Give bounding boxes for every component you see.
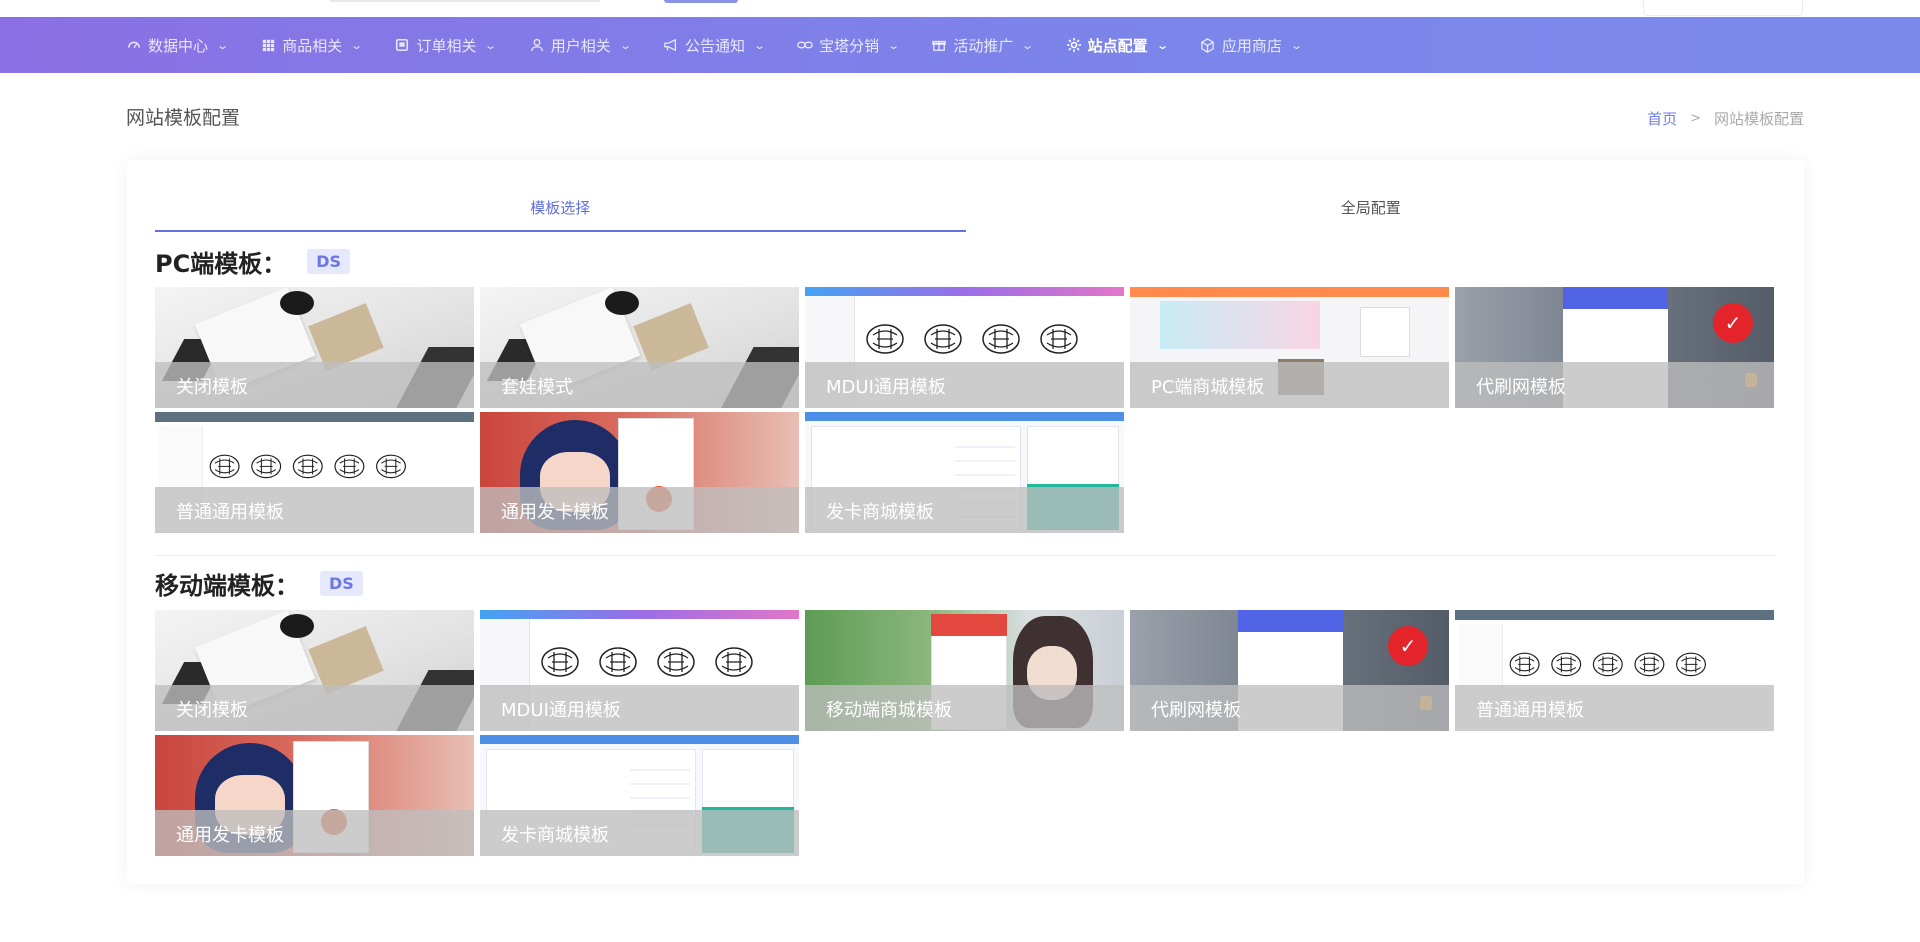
nav-item-8[interactable]: 应用商店 ⌄ bbox=[1200, 35, 1303, 56]
nav-item-label: 数据中心 bbox=[148, 36, 209, 55]
nav-item-7[interactable]: 站点配置 ⌄ bbox=[1066, 35, 1169, 56]
nav-item-3[interactable]: 用户相关 ⌄ bbox=[529, 35, 632, 56]
nav-item-6[interactable]: 活动推广 ⌄ bbox=[931, 35, 1035, 56]
nav-item-label: 公告通知 bbox=[684, 36, 745, 55]
template-caption: 通用发卡模板 bbox=[480, 487, 799, 533]
top-user-box-edge bbox=[1643, 0, 1803, 16]
chevron-down-icon: ⌄ bbox=[216, 38, 230, 52]
cube-icon bbox=[1200, 37, 1216, 53]
pc-template-grid: 关闭模板 套娃模式 MDUI通用模板 PC端商城模板 ✓ 代刷网模板普通通用模板 通用发卡模… bbox=[155, 287, 1776, 533]
tab-global-config[interactable]: 全局配置 bbox=[966, 190, 1777, 232]
nav-item-0[interactable]: 数据中心 ⌄ bbox=[126, 35, 230, 56]
breadcrumb-separator: > bbox=[1690, 111, 1701, 126]
template-caption: 关闭模板 bbox=[155, 685, 474, 731]
template-caption: 发卡商城模板 bbox=[480, 810, 799, 856]
mobile-template-card-4[interactable]: 普通通用模板 bbox=[1455, 610, 1774, 731]
order-icon bbox=[394, 37, 410, 53]
template-caption: MDUI通用模板 bbox=[805, 362, 1124, 408]
mobile-template-card-6[interactable]: 发卡商城模板 bbox=[480, 735, 799, 856]
chevron-down-icon: ⌄ bbox=[1290, 38, 1303, 52]
megaphone-icon bbox=[663, 37, 679, 53]
user-icon bbox=[529, 37, 545, 53]
nav-item-2[interactable]: 订单相关 ⌄ bbox=[394, 35, 498, 56]
link-icon bbox=[797, 37, 813, 53]
pc-template-card-4[interactable]: ✓ 代刷网模板 bbox=[1455, 287, 1774, 408]
breadcrumb-current: 网站模板配置 bbox=[1713, 110, 1804, 128]
nav-item-1[interactable]: 商品相关 ⌄ bbox=[260, 35, 364, 56]
gear-icon bbox=[1066, 37, 1082, 53]
mobile-section-title: 移动端模板： DS bbox=[155, 566, 363, 601]
template-caption: 普通通用模板 bbox=[1455, 685, 1774, 731]
template-caption: 代刷网模板 bbox=[1130, 685, 1449, 731]
chevron-down-icon: ⌄ bbox=[1021, 38, 1035, 52]
chevron-down-icon: ⌄ bbox=[887, 38, 901, 52]
mobile-template-card-1[interactable]: MDUI通用模板 bbox=[480, 610, 799, 731]
breadcrumb: 首页 > 网站模板配置 bbox=[1647, 108, 1804, 129]
chevron-down-icon: ⌄ bbox=[1155, 38, 1169, 52]
nav-item-label: 活动推广 bbox=[953, 36, 1014, 55]
template-config-card: 模板选择 全局配置 PC端模板： DS 关闭模板 套娃模式 MDUI通用模板 PC端商… bbox=[127, 160, 1804, 884]
template-caption: 通用发卡模板 bbox=[155, 810, 474, 856]
pc-template-card-7[interactable]: 发卡商城模板 bbox=[805, 412, 1124, 533]
nav-item-4[interactable]: 公告通知 ⌄ bbox=[663, 35, 767, 56]
grid-icon bbox=[260, 37, 276, 53]
nav-item-label: 宝塔分销 bbox=[819, 36, 880, 55]
pc-template-card-0[interactable]: 关闭模板 bbox=[155, 287, 474, 408]
template-caption: 套娃模式 bbox=[480, 362, 799, 408]
config-tabs: 模板选择 全局配置 bbox=[155, 190, 1776, 232]
template-caption: 关闭模板 bbox=[155, 362, 474, 408]
top-strip bbox=[0, 0, 1920, 17]
nav-item-label: 用户相关 bbox=[550, 36, 611, 55]
pc-section-title: PC端模板： DS bbox=[155, 244, 351, 279]
chevron-down-icon: ⌄ bbox=[618, 38, 632, 52]
nav-item-label: 订单相关 bbox=[416, 36, 477, 55]
mobile-ds-badge: DS bbox=[320, 571, 363, 596]
mobile-section-label: 移动端模板： bbox=[155, 572, 299, 600]
mobile-template-card-5[interactable]: 通用发卡模板 bbox=[155, 735, 474, 856]
template-caption: MDUI通用模板 bbox=[480, 685, 799, 731]
nav-item-5[interactable]: 宝塔分销 ⌄ bbox=[797, 35, 901, 56]
pc-template-card-6[interactable]: 通用发卡模板 bbox=[480, 412, 799, 533]
tab-template-select[interactable]: 模板选择 bbox=[155, 190, 966, 232]
main-navbar: 数据中心 ⌄ 商品相关 ⌄ 订单相关 ⌄ 用户相关 ⌄ 公告通知 ⌄ 宝塔分销 ⌄ 活动推广 ⌄ 站点配置 ⌄… bbox=[0, 17, 1920, 73]
page-title: 网站模板配置 bbox=[126, 107, 241, 129]
mobile-template-card-2[interactable]: 移动端商城模板 bbox=[805, 610, 1124, 731]
pc-template-card-1[interactable]: 套娃模式 bbox=[480, 287, 799, 408]
pc-ds-badge: DS bbox=[307, 249, 351, 274]
template-caption: PC端商城模板 bbox=[1130, 362, 1449, 408]
mobile-template-card-3[interactable]: ✓ 代刷网模板 bbox=[1130, 610, 1449, 731]
chevron-down-icon: ⌄ bbox=[350, 38, 364, 52]
nav-item-label: 站点配置 bbox=[1087, 36, 1148, 55]
mobile-template-card-0[interactable]: 关闭模板 bbox=[155, 610, 474, 731]
mobile-template-grid: 关闭模板 MDUI通用模板 移动端商城模板 ✓ 代刷网模板 普通通用模板通用发卡模板 发卡商… bbox=[155, 610, 1776, 856]
template-caption: 代刷网模板 bbox=[1455, 362, 1774, 408]
chevron-down-icon: ⌄ bbox=[484, 38, 498, 52]
pc-template-card-5[interactable]: 普通通用模板 bbox=[155, 412, 474, 533]
nav-menu: 数据中心 ⌄ 商品相关 ⌄ 订单相关 ⌄ 用户相关 ⌄ 公告通知 ⌄ 宝塔分销 ⌄ 活动推广 ⌄ 站点配置 ⌄… bbox=[126, 17, 1334, 73]
top-search-edge bbox=[330, 0, 600, 2]
pc-template-card-3[interactable]: PC端商城模板 bbox=[1130, 287, 1449, 408]
dashboard-icon bbox=[126, 37, 142, 53]
gift-icon bbox=[931, 37, 947, 53]
chevron-down-icon: ⌄ bbox=[753, 38, 767, 52]
nav-item-label: 应用商店 bbox=[1221, 36, 1282, 55]
template-caption: 普通通用模板 bbox=[155, 487, 474, 533]
section-divider bbox=[155, 555, 1776, 556]
pc-template-card-2[interactable]: MDUI通用模板 bbox=[805, 287, 1124, 408]
template-caption: 移动端商城模板 bbox=[805, 685, 1124, 731]
top-button-edge bbox=[664, 0, 738, 3]
template-caption: 发卡商城模板 bbox=[805, 487, 1124, 533]
pc-section-label: PC端模板： bbox=[155, 250, 287, 278]
breadcrumb-home-link[interactable]: 首页 bbox=[1647, 108, 1677, 129]
nav-item-label: 商品相关 bbox=[282, 36, 343, 55]
